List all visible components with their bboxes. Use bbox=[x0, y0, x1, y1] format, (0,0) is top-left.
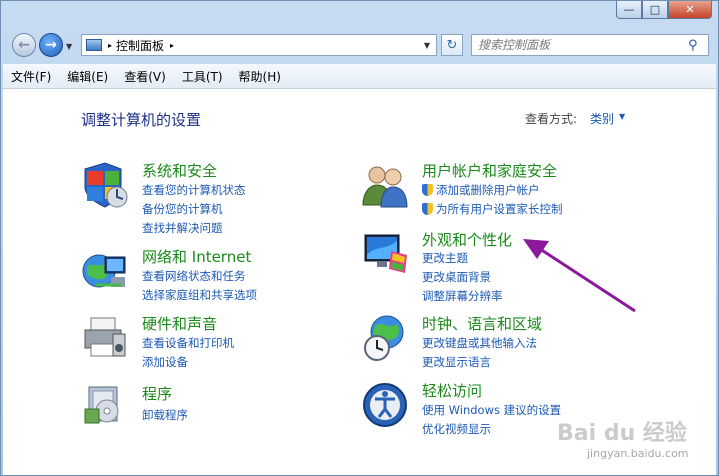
back-arrow-icon: ← bbox=[18, 37, 30, 53]
menu-bar: 文件(F) 编辑(E) 查看(V) 工具(T) 帮助(H) bbox=[3, 64, 716, 89]
control-panel-window: — □ ✕ ← → ▼ ▸ 控制面板 ▸ ▼ ↻ ⚲ 文件(F) 编辑(E) 查… bbox=[0, 0, 719, 476]
baidu-watermark-url: jingyan.baidu.com bbox=[587, 447, 689, 460]
title-bar: — □ ✕ bbox=[1, 1, 718, 29]
menu-view[interactable]: 查看(V) bbox=[116, 68, 174, 85]
search-icon[interactable]: ⚲ bbox=[688, 38, 704, 53]
forward-button[interactable]: → bbox=[39, 33, 63, 57]
address-bar[interactable]: ▸ 控制面板 ▸ ▼ bbox=[81, 34, 437, 56]
minimize-button[interactable]: — bbox=[616, 1, 642, 19]
menu-file[interactable]: 文件(F) bbox=[3, 68, 59, 85]
refresh-icon: ↻ bbox=[446, 37, 458, 53]
control-panel-icon bbox=[86, 39, 102, 51]
navigation-bar: ← → ▼ ▸ 控制面板 ▸ ▼ ↻ ⚲ bbox=[1, 29, 718, 63]
breadcrumb-separator[interactable]: ▸ bbox=[170, 41, 174, 50]
recent-pages-dropdown[interactable]: ▼ bbox=[66, 42, 72, 51]
close-button[interactable]: ✕ bbox=[668, 1, 712, 19]
back-button[interactable]: ← bbox=[12, 33, 36, 57]
address-dropdown-icon[interactable]: ▼ bbox=[424, 41, 430, 50]
caption-buttons: — □ ✕ bbox=[616, 1, 712, 19]
menu-edit[interactable]: 编辑(E) bbox=[59, 68, 116, 85]
menu-help[interactable]: 帮助(H) bbox=[231, 68, 289, 85]
maximize-button[interactable]: □ bbox=[642, 1, 668, 19]
baidu-watermark-logo: Bai du 经验 bbox=[557, 421, 687, 446]
breadcrumb-control-panel[interactable]: 控制面板 bbox=[116, 37, 164, 54]
breadcrumb-separator[interactable]: ▸ bbox=[108, 41, 112, 50]
search-box[interactable]: ⚲ bbox=[471, 34, 709, 56]
forward-arrow-icon: → bbox=[45, 37, 57, 53]
menu-tools[interactable]: 工具(T) bbox=[174, 68, 231, 85]
search-input[interactable] bbox=[472, 37, 688, 53]
refresh-button[interactable]: ↻ bbox=[441, 34, 463, 56]
